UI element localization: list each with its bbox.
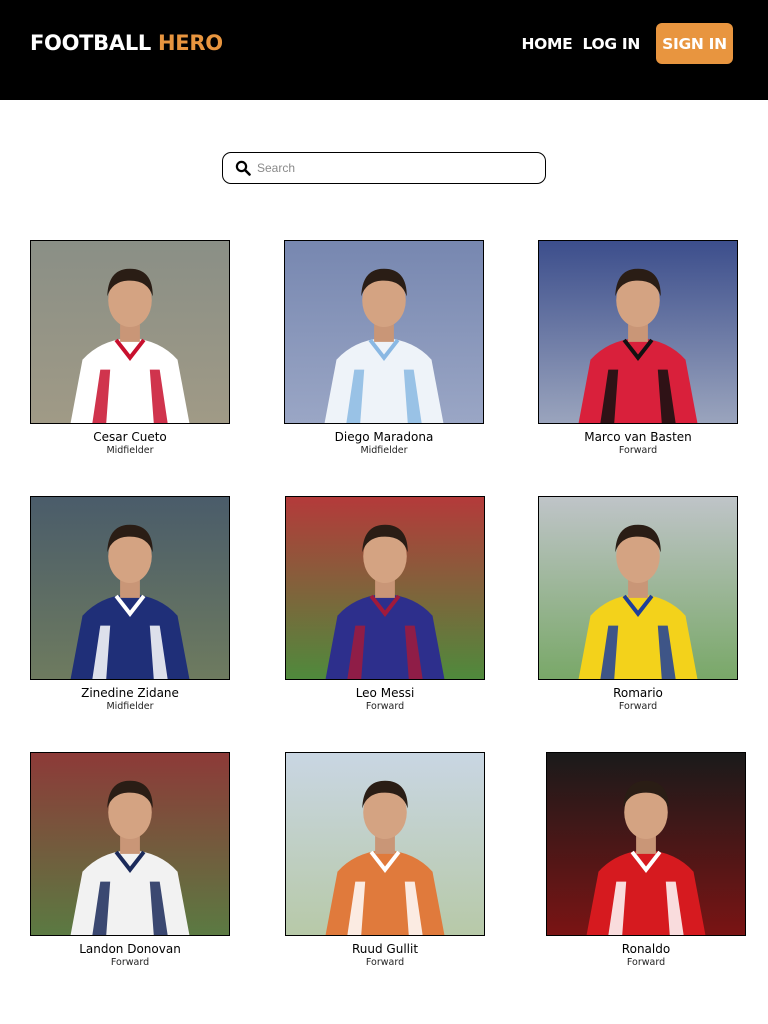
player-name: Diego Maradona	[334, 430, 434, 444]
player-name: Cesar Cueto	[93, 430, 167, 444]
player-portrait	[539, 241, 737, 423]
player-position: Forward	[365, 957, 405, 968]
player-photo	[30, 496, 230, 680]
player-photo	[30, 240, 230, 424]
player-photo	[285, 496, 485, 680]
player-position: Forward	[618, 445, 658, 456]
player-name: Ruud Gullit	[351, 942, 419, 956]
player-card[interactable]: Landon Donovan Forward	[30, 752, 230, 968]
player-card[interactable]: Romario Forward	[538, 496, 738, 712]
player-name: Zinedine Zidane	[81, 686, 179, 700]
player-position: Forward	[626, 957, 666, 968]
player-card[interactable]: Zinedine Zidane Midfielder	[30, 496, 230, 712]
player-name: Marco van Basten	[584, 430, 692, 444]
player-photo	[284, 240, 484, 424]
player-position: Forward	[110, 957, 150, 968]
player-photo	[546, 752, 746, 936]
player-position: Midfielder	[106, 445, 154, 456]
player-portrait	[286, 497, 484, 679]
player-position: Midfielder	[360, 445, 408, 456]
player-card[interactable]: Diego Maradona Midfielder	[284, 240, 484, 456]
player-position: Forward	[365, 701, 405, 712]
player-portrait	[31, 241, 229, 423]
player-card[interactable]: Leo Messi Forward	[285, 496, 485, 712]
player-portrait	[285, 241, 483, 423]
player-portrait	[547, 753, 745, 935]
player-portrait	[31, 497, 229, 679]
player-portrait	[286, 753, 484, 935]
player-position: Forward	[618, 701, 658, 712]
player-card[interactable]: Ruud Gullit Forward	[285, 752, 485, 968]
player-portrait	[31, 753, 229, 935]
player-grid: Cesar Cueto Midfielder Diego Maradona Mi…	[0, 0, 768, 1024]
player-name: Leo Messi	[355, 686, 415, 700]
player-card[interactable]: Ronaldo Forward	[546, 752, 746, 968]
player-photo	[538, 240, 738, 424]
player-photo	[30, 752, 230, 936]
player-name: Landon Donovan	[79, 942, 181, 956]
player-photo	[285, 752, 485, 936]
player-name: Romario	[613, 686, 663, 700]
player-photo	[538, 496, 738, 680]
player-name: Ronaldo	[621, 942, 671, 956]
player-card[interactable]: Marco van Basten Forward	[538, 240, 738, 456]
player-card[interactable]: Cesar Cueto Midfielder	[30, 240, 230, 456]
player-position: Midfielder	[106, 701, 154, 712]
player-portrait	[539, 497, 737, 679]
